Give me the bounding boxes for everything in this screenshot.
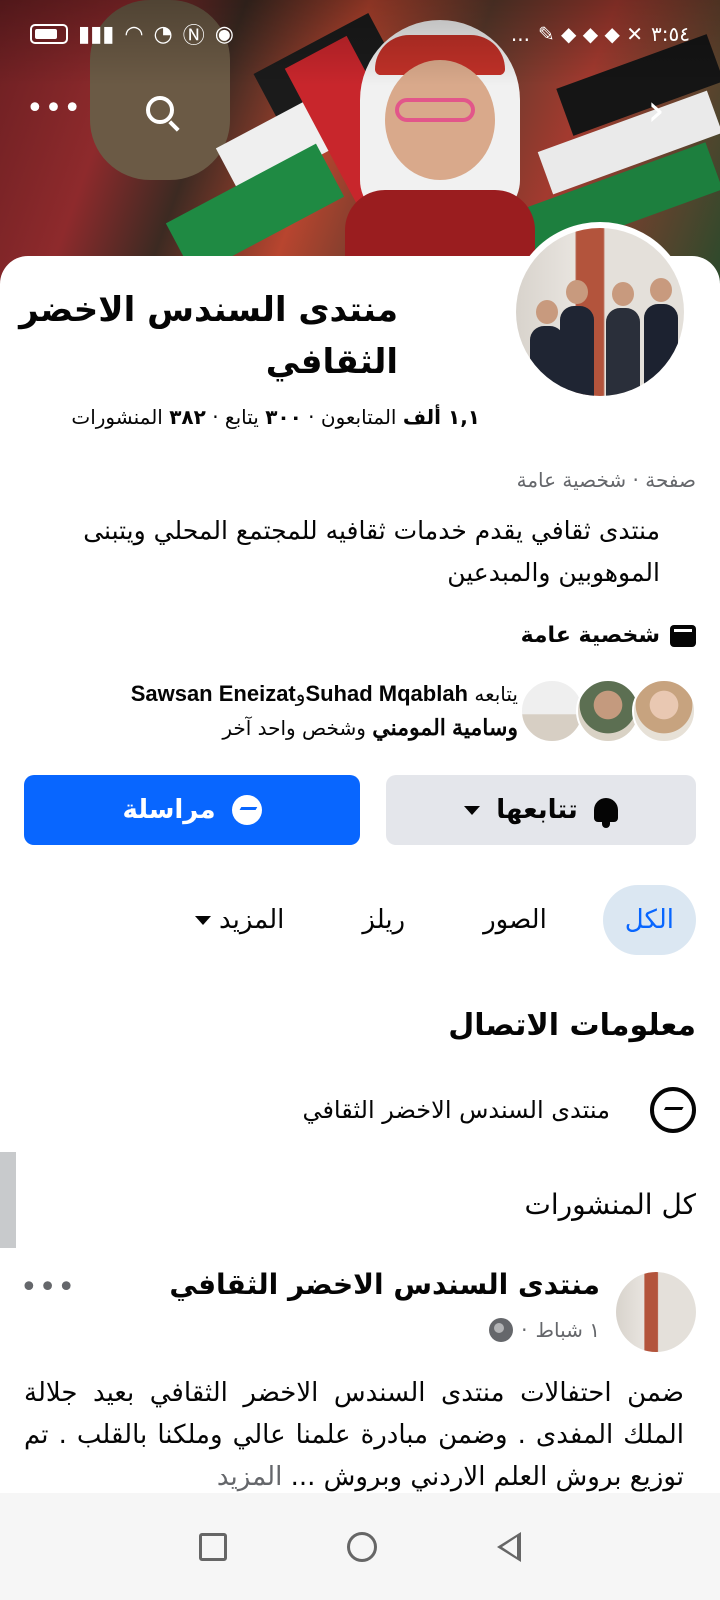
tab-reels[interactable]: ريلز <box>340 885 427 955</box>
following-button[interactable]: تتابعها <box>386 775 696 845</box>
alarm-icon: ◔ <box>153 21 173 47</box>
page-stats: ١,١ ألف المتابعون · ٣٠٠ يتابع · ٣٨٢ المن… <box>71 405 480 429</box>
post-text: ضمن احتفالات منتدى السندس الاخضر الثقافي… <box>24 1378 684 1492</box>
following-button-label: تتابعها <box>496 795 578 825</box>
tab-photos[interactable]: الصور <box>461 885 569 955</box>
followers-count[interactable]: ١,١ ألف <box>403 405 480 429</box>
contact-messenger-name: منتدى السندس الاخضر الثقافي <box>302 1096 610 1124</box>
status-more-dots: ... <box>510 22 530 46</box>
page-category: صفحة · شخصية عامة <box>516 468 696 492</box>
tab-all[interactable]: الكل <box>602 885 696 955</box>
post-author-name[interactable]: منتدى السندس الاخضر الثقافي <box>169 1268 600 1301</box>
globe-icon <box>489 1318 514 1342</box>
profile-avatar[interactable] <box>510 222 690 402</box>
post-author-avatar[interactable] <box>616 1272 696 1352</box>
notification-icons: ✎ ◆ ◆ ◆ ✕ <box>537 22 644 46</box>
wifi-icon: ◠ <box>124 21 144 47</box>
scrollbar[interactable] <box>0 1152 16 1248</box>
page-bio: منتدى ثقافي يقدم خدمات ثقافيه للمجتمع ال… <box>83 516 660 587</box>
status-bar: ▮▮▮ ◠ ◔ Ⓝ ◉ ... ✎ ◆ ◆ ◆ ✕ ٣:٥٤ <box>0 14 720 54</box>
battery-icon <box>30 24 68 44</box>
page-title: منتدى السندس الاخضر الثقافي <box>19 290 398 382</box>
contact-messenger-row[interactable]: منتدى السندس الاخضر الثقافي <box>302 1080 696 1140</box>
back-button[interactable]: › <box>636 85 676 136</box>
back-nav-button[interactable] <box>497 1531 521 1562</box>
nfc-icon: Ⓝ <box>182 24 205 49</box>
status-icons-right: ... ✎ ◆ ◆ ◆ ✕ ٣:٥٤ <box>511 22 690 46</box>
clapperboard-icon <box>670 624 696 647</box>
more-options-button[interactable]: ••• <box>26 88 81 128</box>
public-figure-row: شخصية عامة <box>521 623 696 648</box>
search-icon <box>146 96 174 124</box>
status-time: ٣:٥٤ <box>651 22 690 46</box>
message-button-label: مراسلة <box>122 795 216 825</box>
following-count[interactable]: ٣٠٠ <box>265 405 302 429</box>
posts-label: المنشورات <box>71 405 163 429</box>
post-meta: ١ شباط · <box>489 1318 600 1342</box>
messenger-icon <box>231 795 262 825</box>
posts-count: ٣٨٢ <box>169 405 206 429</box>
followed-by-text: يتابعه Suhad MqablahوSawsan Eneizat وسام… <box>130 681 518 740</box>
followers-label[interactable]: المتابعون <box>321 405 397 429</box>
mutual-name-2[interactable]: Sawsan Eneizat <box>131 681 296 706</box>
avatar <box>632 679 696 743</box>
message-button[interactable]: مراسلة <box>24 775 360 845</box>
contact-info-title: معلومات الاتصال <box>448 1008 696 1043</box>
profile-tabs: الكل الصور ريلز المزيد <box>173 885 696 955</box>
tab-more[interactable]: المزيد <box>173 885 306 955</box>
recents-button[interactable] <box>199 1532 227 1561</box>
post-date[interactable]: ١ شباط <box>536 1318 601 1342</box>
signal-icon: ▮▮▮ <box>78 21 115 47</box>
chevron-down-icon <box>464 805 481 815</box>
search-button[interactable] <box>138 88 182 132</box>
eye-icon: ◉ <box>214 21 234 47</box>
avatar <box>520 679 584 743</box>
all-posts-title: كل المنشورات <box>524 1188 697 1221</box>
followed-by-row[interactable]: يتابعه Suhad MqablahوSawsan Eneizat وسام… <box>16 676 696 746</box>
system-nav-bar <box>0 1493 720 1600</box>
home-button[interactable] <box>347 1531 377 1562</box>
following-label[interactable]: يتابع <box>225 405 259 429</box>
mutual-name-1[interactable]: Suhad Mqablah <box>305 681 468 706</box>
messenger-icon <box>650 1087 696 1133</box>
see-more-link[interactable]: المزيد <box>217 1462 282 1492</box>
post-options-button[interactable]: ••• <box>20 1270 76 1305</box>
mutual-name-3[interactable]: وسامية المومني <box>372 715 518 740</box>
avatar <box>576 679 640 743</box>
mutual-avatars <box>520 679 696 743</box>
status-icons-left: ▮▮▮ ◠ ◔ Ⓝ ◉ <box>30 18 234 50</box>
public-figure-label: شخصية عامة <box>520 623 660 648</box>
chevron-down-icon <box>194 915 211 925</box>
bell-icon <box>593 798 618 828</box>
